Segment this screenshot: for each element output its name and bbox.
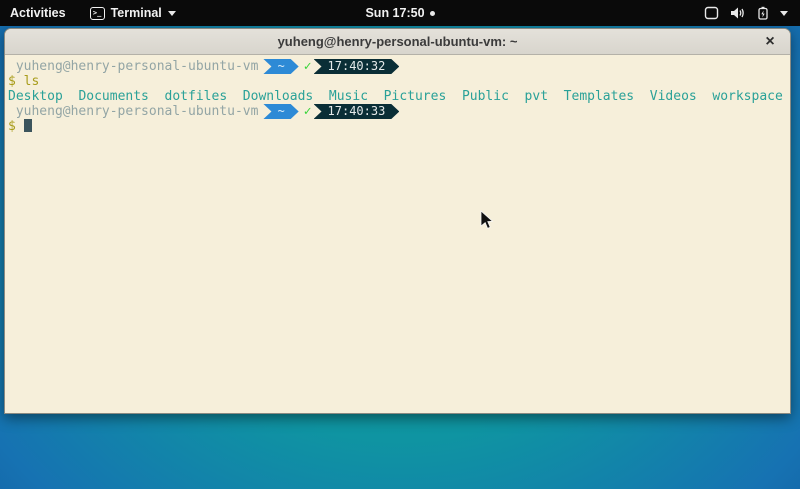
- powerline-path-segment: ~: [263, 59, 298, 74]
- close-button[interactable]: ×: [759, 31, 781, 53]
- clock-label: Sun 17:50: [365, 6, 424, 20]
- directory-name: Desktop: [8, 89, 63, 104]
- directory-name: Templates: [564, 89, 634, 104]
- terminal-cursor: [24, 119, 32, 132]
- powerline-path-segment: ~: [263, 104, 298, 119]
- prompt-symbol: $: [8, 119, 16, 134]
- activities-button[interactable]: Activities: [0, 0, 80, 26]
- notification-dot-icon: [430, 11, 435, 16]
- directory-name: Downloads: [243, 89, 313, 104]
- terminal-icon: >_: [90, 7, 105, 20]
- terminal-window: yuheng@henry-personal-ubuntu-vm: ~ × yuh…: [4, 28, 791, 414]
- prompt-user-host: yuheng@henry-personal-ubuntu-vm: [8, 59, 258, 74]
- top-bar: Activities >_ Terminal Sun 17:50: [0, 0, 800, 26]
- status-check-icon: ✓: [304, 104, 312, 119]
- prompt-user-host: yuheng@henry-personal-ubuntu-vm: [8, 104, 258, 119]
- clock-button[interactable]: Sun 17:50: [365, 6, 434, 20]
- battery-charging-icon: [757, 6, 769, 20]
- display-icon: [704, 6, 719, 20]
- directory-name: Public: [462, 89, 509, 104]
- ls-output-line: Desktop Documents dotfiles Downloads Music Pi…: [8, 89, 790, 104]
- prompt-symbol: $: [8, 74, 16, 89]
- desktop-wallpaper: Activities >_ Terminal Sun 17:50: [0, 0, 800, 489]
- system-status-menu[interactable]: [704, 0, 800, 26]
- directory-name: pvt: [525, 89, 548, 104]
- directory-name: dotfiles: [165, 89, 228, 104]
- window-title: yuheng@henry-personal-ubuntu-vm: ~: [278, 34, 518, 49]
- directory-name: Music: [329, 89, 368, 104]
- app-menu-terminal[interactable]: >_ Terminal: [80, 0, 186, 26]
- prompt-line: yuheng@henry-personal-ubuntu-vm ~ ✓17:40:3…: [8, 104, 790, 119]
- powerline-time-segment: 17:40:32: [314, 59, 400, 74]
- status-check-icon: ✓: [304, 59, 312, 74]
- directory-name: Documents: [78, 89, 148, 104]
- powerline-time-segment: 17:40:33: [314, 104, 400, 119]
- directory-name: Pictures: [384, 89, 447, 104]
- command-text: ls: [24, 74, 40, 89]
- chevron-down-icon: [168, 11, 176, 16]
- window-titlebar[interactable]: yuheng@henry-personal-ubuntu-vm: ~ ×: [5, 29, 790, 55]
- terminal-content[interactable]: yuheng@henry-personal-ubuntu-vm~✓17:40:3…: [5, 55, 790, 414]
- volume-icon: [730, 6, 746, 20]
- app-menu-label: Terminal: [111, 6, 162, 20]
- prompt-line: yuheng@henry-personal-ubuntu-vm ~ ✓17:40:3…: [8, 59, 790, 74]
- chevron-down-icon: [780, 11, 788, 16]
- directory-name: workspace: [712, 89, 782, 104]
- current-prompt-line: $: [8, 119, 790, 134]
- command-line: $ ls: [8, 74, 790, 89]
- directory-name: Videos: [650, 89, 697, 104]
